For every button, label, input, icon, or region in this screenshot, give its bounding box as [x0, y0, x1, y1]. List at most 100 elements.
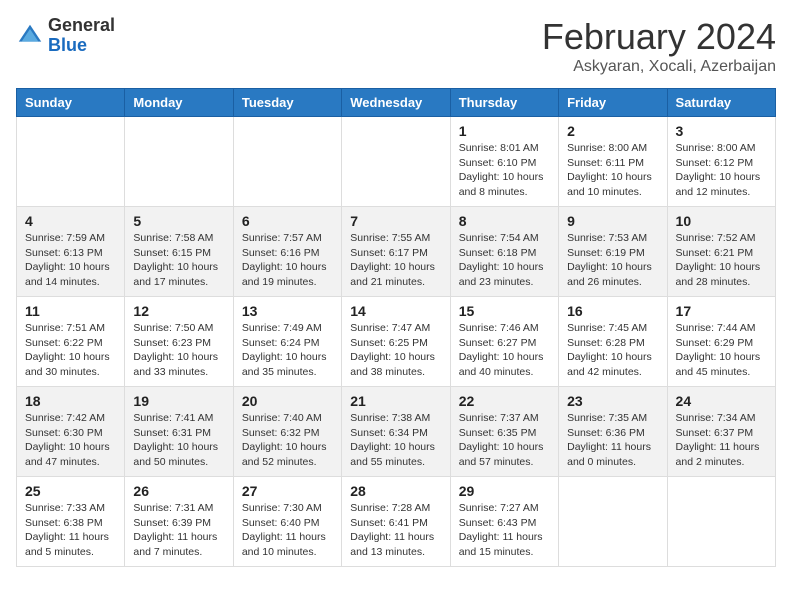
day-number: 11: [25, 303, 116, 319]
day-info: Sunrise: 7:57 AM Sunset: 6:16 PM Dayligh…: [242, 231, 333, 290]
main-title: February 2024: [542, 16, 776, 58]
calendar-cell: 5 Sunrise: 7:58 AM Sunset: 6:15 PM Daylig…: [125, 207, 233, 297]
logo-blue: Blue: [48, 35, 87, 55]
day-number: 14: [350, 303, 441, 319]
day-info: Sunrise: 7:51 AM Sunset: 6:22 PM Dayligh…: [25, 321, 116, 380]
calendar-cell: 19 Sunrise: 7:41 AM Sunset: 6:31 PM Dayli…: [125, 387, 233, 477]
day-number: 7: [350, 213, 441, 229]
calendar-cell: 22 Sunrise: 7:37 AM Sunset: 6:35 PM Dayli…: [450, 387, 558, 477]
calendar-cell: 27 Sunrise: 7:30 AM Sunset: 6:40 PM Dayli…: [233, 477, 341, 567]
calendar-cell: 21Sunrise: 7:38 AM Sunset: 6:34 PM Dayli…: [342, 387, 450, 477]
day-number: 3: [676, 123, 767, 139]
day-info: Sunrise: 8:00 AM Sunset: 6:12 PM Dayligh…: [676, 141, 767, 200]
calendar-cell: 26 Sunrise: 7:31 AM Sunset: 6:39 PM Dayli…: [125, 477, 233, 567]
calendar-cell: 12Sunrise: 7:50 AM Sunset: 6:23 PM Dayli…: [125, 297, 233, 387]
day-number: 26: [133, 483, 224, 499]
logo-icon: [16, 22, 44, 50]
calendar-cell: 14 Sunrise: 7:47 AM Sunset: 6:25 PM Dayli…: [342, 297, 450, 387]
day-info: Sunrise: 7:27 AM Sunset: 6:43 PM Dayligh…: [459, 501, 550, 560]
calendar-cell: 18Sunrise: 7:42 AM Sunset: 6:30 PM Dayli…: [17, 387, 125, 477]
day-number: 17: [676, 303, 767, 319]
day-info: Sunrise: 7:47 AM Sunset: 6:25 PM Dayligh…: [350, 321, 441, 380]
day-number: 25: [25, 483, 116, 499]
day-info: Sunrise: 7:54 AM Sunset: 6:18 PM Dayligh…: [459, 231, 550, 290]
day-number: 29: [459, 483, 550, 499]
header: General Blue February 2024 Askyaran, Xoc…: [16, 16, 776, 76]
calendar-cell: 15Sunrise: 7:46 AM Sunset: 6:27 PM Dayli…: [450, 297, 558, 387]
header-cell-sunday: Sunday: [17, 89, 125, 117]
calendar-cell: 20 Sunrise: 7:40 AM Sunset: 6:32 PM Dayli…: [233, 387, 341, 477]
day-number: 15: [459, 303, 550, 319]
logo: General Blue: [16, 16, 115, 56]
day-number: 23: [567, 393, 658, 409]
calendar-body: 1Sunrise: 8:01 AM Sunset: 6:10 PM Daylig…: [17, 117, 776, 567]
day-info: Sunrise: 7:53 AM Sunset: 6:19 PM Dayligh…: [567, 231, 658, 290]
day-info: Sunrise: 8:00 AM Sunset: 6:11 PM Dayligh…: [567, 141, 658, 200]
day-number: 5: [133, 213, 224, 229]
day-number: 2: [567, 123, 658, 139]
day-info: Sunrise: 7:52 AM Sunset: 6:21 PM Dayligh…: [676, 231, 767, 290]
calendar-cell: [233, 117, 341, 207]
calendar-cell: [125, 117, 233, 207]
header-cell-thursday: Thursday: [450, 89, 558, 117]
calendar-cell: 3 Sunrise: 8:00 AM Sunset: 6:12 PM Daylig…: [667, 117, 775, 207]
week-row-4: 25 Sunrise: 7:33 AM Sunset: 6:38 PM Dayli…: [17, 477, 776, 567]
calendar-cell: 4 Sunrise: 7:59 AM Sunset: 6:13 PM Daylig…: [17, 207, 125, 297]
calendar-cell: 1Sunrise: 8:01 AM Sunset: 6:10 PM Daylig…: [450, 117, 558, 207]
day-info: Sunrise: 7:28 AM Sunset: 6:41 PM Dayligh…: [350, 501, 441, 560]
day-number: 27: [242, 483, 333, 499]
calendar-cell: 10Sunrise: 7:52 AM Sunset: 6:21 PM Dayli…: [667, 207, 775, 297]
logo-text: General Blue: [48, 16, 115, 56]
title-block: February 2024 Askyaran, Xocali, Azerbaij…: [542, 16, 776, 76]
calendar-cell: 23 Sunrise: 7:35 AM Sunset: 6:36 PM Dayli…: [559, 387, 667, 477]
day-info: Sunrise: 7:59 AM Sunset: 6:13 PM Dayligh…: [25, 231, 116, 290]
day-number: 9: [567, 213, 658, 229]
day-number: 28: [350, 483, 441, 499]
header-cell-tuesday: Tuesday: [233, 89, 341, 117]
header-cell-wednesday: Wednesday: [342, 89, 450, 117]
calendar-cell: 6 Sunrise: 7:57 AM Sunset: 6:16 PM Daylig…: [233, 207, 341, 297]
day-info: Sunrise: 7:37 AM Sunset: 6:35 PM Dayligh…: [459, 411, 550, 470]
day-info: Sunrise: 7:35 AM Sunset: 6:36 PM Dayligh…: [567, 411, 658, 470]
day-number: 6: [242, 213, 333, 229]
calendar-cell: 24 Sunrise: 7:34 AM Sunset: 6:37 PM Dayli…: [667, 387, 775, 477]
calendar-cell: 16 Sunrise: 7:45 AM Sunset: 6:28 PM Dayli…: [559, 297, 667, 387]
day-info: Sunrise: 7:49 AM Sunset: 6:24 PM Dayligh…: [242, 321, 333, 380]
calendar-cell: [342, 117, 450, 207]
day-number: 8: [459, 213, 550, 229]
day-info: Sunrise: 8:01 AM Sunset: 6:10 PM Dayligh…: [459, 141, 550, 200]
calendar-cell: 28 Sunrise: 7:28 AM Sunset: 6:41 PM Dayli…: [342, 477, 450, 567]
day-number: 24: [676, 393, 767, 409]
day-info: Sunrise: 7:34 AM Sunset: 6:37 PM Dayligh…: [676, 411, 767, 470]
header-row: SundayMondayTuesdayWednesdayThursdayFrid…: [17, 89, 776, 117]
day-number: 19: [133, 393, 224, 409]
calendar-cell: 9 Sunrise: 7:53 AM Sunset: 6:19 PM Daylig…: [559, 207, 667, 297]
day-info: Sunrise: 7:44 AM Sunset: 6:29 PM Dayligh…: [676, 321, 767, 380]
day-info: Sunrise: 7:58 AM Sunset: 6:15 PM Dayligh…: [133, 231, 224, 290]
day-info: Sunrise: 7:40 AM Sunset: 6:32 PM Dayligh…: [242, 411, 333, 470]
calendar-cell: 2 Sunrise: 8:00 AM Sunset: 6:11 PM Daylig…: [559, 117, 667, 207]
calendar-header: SundayMondayTuesdayWednesdayThursdayFrid…: [17, 89, 776, 117]
day-number: 4: [25, 213, 116, 229]
header-cell-monday: Monday: [125, 89, 233, 117]
logo-general: General: [48, 15, 115, 35]
day-number: 12: [133, 303, 224, 319]
day-number: 22: [459, 393, 550, 409]
day-number: 20: [242, 393, 333, 409]
day-info: Sunrise: 7:38 AM Sunset: 6:34 PM Dayligh…: [350, 411, 441, 470]
header-cell-friday: Friday: [559, 89, 667, 117]
day-info: Sunrise: 7:33 AM Sunset: 6:38 PM Dayligh…: [25, 501, 116, 560]
day-info: Sunrise: 7:41 AM Sunset: 6:31 PM Dayligh…: [133, 411, 224, 470]
day-info: Sunrise: 7:31 AM Sunset: 6:39 PM Dayligh…: [133, 501, 224, 560]
week-row-1: 4 Sunrise: 7:59 AM Sunset: 6:13 PM Daylig…: [17, 207, 776, 297]
day-info: Sunrise: 7:30 AM Sunset: 6:40 PM Dayligh…: [242, 501, 333, 560]
week-row-0: 1Sunrise: 8:01 AM Sunset: 6:10 PM Daylig…: [17, 117, 776, 207]
calendar-cell: [17, 117, 125, 207]
calendar-cell: 13Sunrise: 7:49 AM Sunset: 6:24 PM Dayli…: [233, 297, 341, 387]
day-info: Sunrise: 7:45 AM Sunset: 6:28 PM Dayligh…: [567, 321, 658, 380]
calendar-cell: 7Sunrise: 7:55 AM Sunset: 6:17 PM Daylig…: [342, 207, 450, 297]
header-cell-saturday: Saturday: [667, 89, 775, 117]
day-number: 16: [567, 303, 658, 319]
calendar-cell: 8 Sunrise: 7:54 AM Sunset: 6:18 PM Daylig…: [450, 207, 558, 297]
week-row-3: 18Sunrise: 7:42 AM Sunset: 6:30 PM Dayli…: [17, 387, 776, 477]
